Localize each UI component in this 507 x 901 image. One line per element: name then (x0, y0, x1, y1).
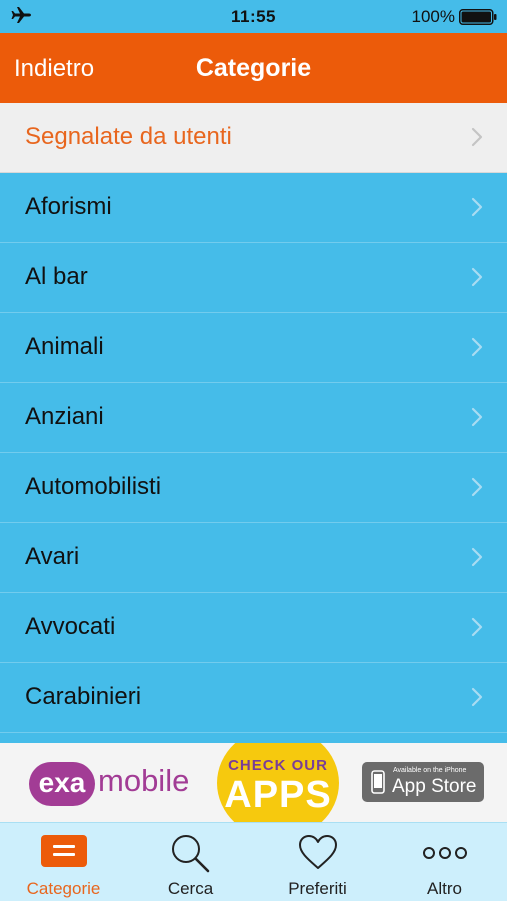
chevron-right-icon (471, 547, 483, 572)
list-item-label: Segnalate da utenti (25, 123, 232, 150)
list-item[interactable]: Avvocati (0, 593, 507, 663)
status-bar: 11:55 100% (0, 0, 507, 33)
chevron-right-icon (471, 337, 483, 362)
chevron-right-icon (471, 127, 483, 152)
list-item-label: Al bar (25, 263, 88, 290)
chevron-right-icon (471, 617, 483, 642)
battery-icon (459, 9, 497, 30)
ad-banner[interactable]: exa mobile CHECK OUR APPS Available on t… (0, 743, 507, 822)
app-store-label: App Store (392, 776, 477, 797)
list-item[interactable]: Al bar (0, 243, 507, 313)
more-icon (381, 833, 507, 876)
chevron-right-icon (471, 407, 483, 432)
heart-icon (254, 833, 381, 876)
category-list: Segnalate da utenti Aforismi Al bar Anim… (0, 103, 507, 733)
app-store-badge[interactable]: Available on the iPhone App Store (362, 762, 484, 802)
list-item-label: Carabinieri (25, 683, 142, 710)
tab-categorie[interactable]: Categorie (0, 823, 127, 901)
list-item-label: Anziani (25, 403, 104, 430)
tab-label: Categorie (26, 879, 101, 898)
page-title: Categorie (195, 54, 312, 82)
iphone-icon (371, 770, 385, 799)
list-item-label: Automobilisti (25, 473, 162, 500)
list-item[interactable]: Carabinieri (0, 663, 507, 733)
app-store-caption: Available on the iPhone (393, 767, 467, 774)
tab-preferiti[interactable]: Preferiti (254, 823, 381, 901)
navigation-bar: Indietro Categorie (0, 33, 507, 103)
tab-altro[interactable]: Altro (381, 823, 507, 901)
list-item[interactable]: Automobilisti (0, 453, 507, 523)
chevron-right-icon (471, 687, 483, 712)
tab-label: Altro (427, 879, 462, 898)
list-item-label: Aforismi (25, 193, 112, 220)
search-icon (127, 833, 254, 878)
badge-big-text: APPS (224, 774, 332, 816)
brand-text: mobile (98, 763, 190, 798)
list-item[interactable]: Avari (0, 523, 507, 593)
list-item[interactable]: Animali (0, 313, 507, 383)
chevron-right-icon (471, 267, 483, 292)
list-item[interactable]: Aforismi (0, 173, 507, 243)
list-item-label: Avari (25, 543, 80, 570)
list-item-user-reported[interactable]: Segnalate da utenti (0, 103, 507, 173)
chevron-right-icon (471, 477, 483, 502)
tab-cerca[interactable]: Cerca (127, 823, 254, 901)
list-item-label: Animali (25, 333, 104, 360)
battery-percent: 100% (411, 7, 455, 26)
tab-label: Preferiti (288, 879, 347, 898)
exa-logo-pill: exa (29, 762, 95, 806)
list-item[interactable]: Anziani (0, 383, 507, 453)
list-item-label: Avvocati (25, 613, 116, 640)
tab-bar: Categorie Cerca Preferiti Altro (0, 822, 507, 901)
categories-icon (0, 833, 127, 874)
check-apps-badge: CHECK OUR APPS (217, 743, 339, 822)
chevron-right-icon (471, 197, 483, 222)
badge-small-text: CHECK OUR (228, 757, 328, 774)
tab-label: Cerca (167, 879, 214, 898)
